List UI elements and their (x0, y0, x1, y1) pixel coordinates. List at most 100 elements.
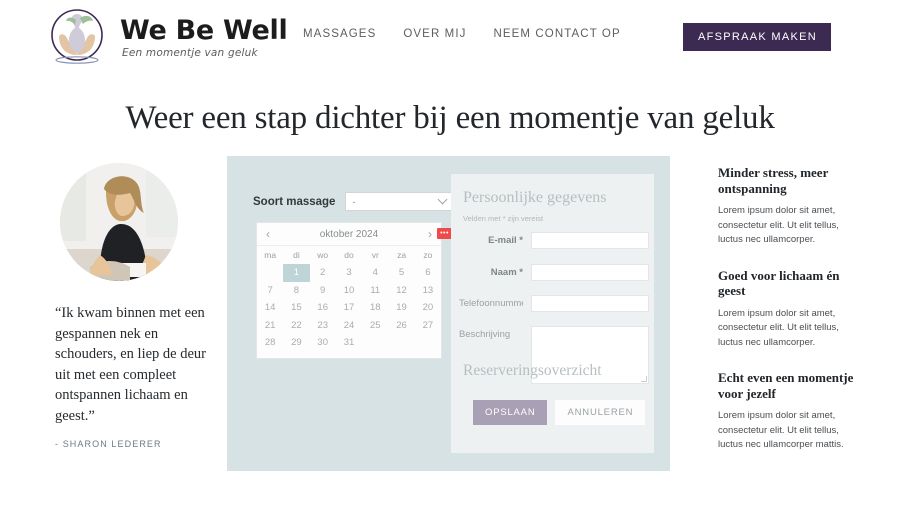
cancel-button[interactable]: ANNULEREN (555, 400, 646, 425)
nav-item-neem-contact-op[interactable]: NEEM CONTACT OP (493, 28, 620, 40)
feature-body: Lorem ipsum dolor sit amet, consectetur … (718, 205, 839, 245)
feature-title: Minder stress, meer ontspanning (718, 165, 829, 196)
calendar-day-cell[interactable]: 6 (415, 264, 441, 282)
calendar-weekday: do (344, 250, 354, 260)
calendar-day-cell[interactable]: 11 (362, 282, 388, 300)
calendar-day-cell[interactable]: 21 (257, 317, 283, 335)
calendar-day-cell[interactable]: 9 (310, 282, 336, 300)
naam-field[interactable] (531, 264, 649, 281)
feature-title: Echt even een momentje voor jezelf (718, 370, 854, 401)
telefoonnummer-field[interactable] (531, 295, 649, 312)
save-button[interactable]: OPSLAAN (473, 400, 548, 425)
calendar-header: ‹ oktober 2024 › (257, 223, 441, 246)
brand-text: We Be Well Een momentje van geluk (120, 14, 288, 59)
resize-grip-icon[interactable] (641, 376, 647, 382)
main-navigation: MASSAGES OVER MIJ NEEM CONTACT OP (303, 28, 621, 40)
telefoonnummer-label: Telefoonnummer (459, 298, 523, 309)
calendar-day-cell[interactable]: 22 (283, 317, 309, 335)
calendar-day-cell[interactable]: 29 (283, 334, 309, 352)
booking-panel: Soort massage - ‹ oktober 2024 › ma di wo d… (227, 156, 670, 471)
calendar-empty-cell (362, 334, 388, 352)
calendar-weekday-row: ma di wo do vr za zo (257, 246, 441, 264)
calendar-day-cell[interactable]: 10 (336, 282, 362, 300)
logo[interactable]: We Be Well Een momentje van geluk (46, 8, 288, 66)
brand-name: We Be Well (120, 14, 288, 46)
calendar-day-cell[interactable]: 1 (283, 264, 310, 282)
naam-label: Naam * (490, 267, 523, 278)
calendar-day-cell[interactable]: 30 (310, 334, 336, 352)
calendar-weekday: zo (423, 250, 433, 260)
calendar-day-cell[interactable]: 28 (257, 334, 283, 352)
calendar-day-cell[interactable]: 2 (310, 264, 336, 282)
nav-item-over-mij[interactable]: OVER MIJ (403, 28, 466, 40)
chevron-down-icon (438, 194, 448, 205)
feature-body: Lorem ipsum dolor sit amet, consectetur … (718, 307, 839, 348)
calendar-day-cell[interactable]: 14 (257, 299, 283, 317)
calendar-empty-cell (388, 334, 414, 352)
massage-type-row: Soort massage - (253, 192, 454, 211)
calendar-day-cell[interactable]: 12 (388, 282, 414, 300)
calendar-day-cell[interactable]: 13 (415, 282, 441, 300)
calendar-weekday: di (293, 250, 300, 260)
massage-type-label: Soort massage (253, 195, 336, 208)
nav-item-massages[interactable]: MASSAGES (303, 28, 376, 40)
massage-type-value: - (352, 196, 356, 207)
page-root: We Be Well Een momentje van geluk MASSAG… (0, 0, 900, 510)
calendar-day-cell[interactable]: 27 (415, 317, 441, 335)
calendar-day-cell[interactable]: 26 (388, 317, 414, 335)
calendar-next-month-icon[interactable]: › (428, 228, 432, 240)
calendar-day-cell[interactable]: 24 (336, 317, 362, 335)
we-be-well-logo-icon (46, 8, 108, 66)
massage-type-select[interactable]: - (345, 192, 454, 211)
feature-item: Minder stress, meer ontspanning Lorem ip… (718, 165, 858, 248)
calendar-day-cell[interactable]: 23 (310, 317, 336, 335)
reservation-summary-title: Reserveringsoverzicht (463, 362, 602, 379)
page-title: Weer een stap dichter bij een momentje v… (125, 100, 775, 136)
email-label: E-mail * (488, 235, 523, 246)
email-field[interactable] (531, 232, 649, 249)
feature-item: Echt even een momentje voor jezelf Lorem… (718, 370, 858, 453)
calendar-day-cell[interactable]: 19 (388, 299, 414, 317)
calendar-weekday: vr (371, 250, 379, 260)
feature-body: Lorem ipsum dolor sit amet, consectetur … (718, 410, 844, 450)
calendar-day-cell[interactable]: 8 (283, 282, 309, 300)
calendar-day-cell[interactable]: 7 (257, 282, 283, 300)
calendar-empty-cell (257, 264, 283, 282)
features-column: Minder stress, meer ontspanning Lorem ip… (718, 165, 858, 473)
site-header: We Be Well Een momentje van geluk MASSAG… (0, 0, 900, 73)
calendar-day-grid: 1 2 3 4 5 6 7 8 9 10 11 12 13 14 15 16 17 18 19 20 21 22 23 24 2… (257, 264, 441, 352)
testimonial-column: “Ik kwam binnen met een gespannen nek en… (55, 163, 220, 449)
field-email: E-mail * (445, 232, 649, 249)
avatar (60, 163, 178, 281)
form-actions: OPSLAAN ANNULEREN (473, 400, 646, 425)
date-picker-calendar[interactable]: ‹ oktober 2024 › ma di wo do vr za zo 12345678… (256, 222, 452, 359)
testimonial-quote: “Ik kwam binnen met een gespannen nek en… (55, 305, 206, 424)
brand-tagline: Een momentje van geluk (122, 46, 258, 59)
calendar-day-cell[interactable]: 16 (310, 299, 336, 317)
feature-title: Goed voor lichaam én geest (718, 267, 840, 299)
feature-item: Goed voor lichaam én geest Lorem ipsum d… (718, 268, 858, 351)
calendar-day-cell[interactable]: 31 (336, 334, 362, 352)
form-title: Persoonlijke gegevens (463, 189, 607, 206)
testimonial-author: - SHARON LEDERER (55, 439, 162, 449)
calendar-empty-cell (415, 334, 441, 352)
field-naam: Naam * (445, 264, 649, 281)
calendar-day-cell[interactable]: 25 (362, 317, 388, 335)
calendar-month-label: oktober 2024 (319, 228, 379, 240)
calendar-day-cell[interactable]: 3 (336, 264, 362, 282)
calendar-day-cell[interactable]: 15 (283, 299, 309, 317)
calendar-day-cell[interactable]: 17 (336, 299, 362, 317)
beschrijving-label: Beschrijving (459, 329, 511, 340)
field-telefoonnummer: Telefoonnummer (445, 295, 649, 312)
required-fields-note: Velden met * zijn vereist (463, 214, 544, 223)
calendar-weekday: za (397, 250, 407, 260)
calendar-day-cell[interactable]: 5 (388, 264, 414, 282)
calendar-day-cell[interactable]: 18 (362, 299, 388, 317)
afspraak-maken-button[interactable]: AFSPRAAK MAKEN (682, 23, 831, 51)
calendar-weekday: ma (264, 250, 277, 260)
calendar-day-cell[interactable]: 20 (415, 299, 441, 317)
personal-details-form: Persoonlijke gegevens Velden met * zijn … (451, 174, 654, 453)
calendar-weekday: wo (317, 250, 329, 260)
calendar-prev-month-icon[interactable]: ‹ (266, 228, 270, 240)
calendar-day-cell[interactable]: 4 (362, 264, 388, 282)
